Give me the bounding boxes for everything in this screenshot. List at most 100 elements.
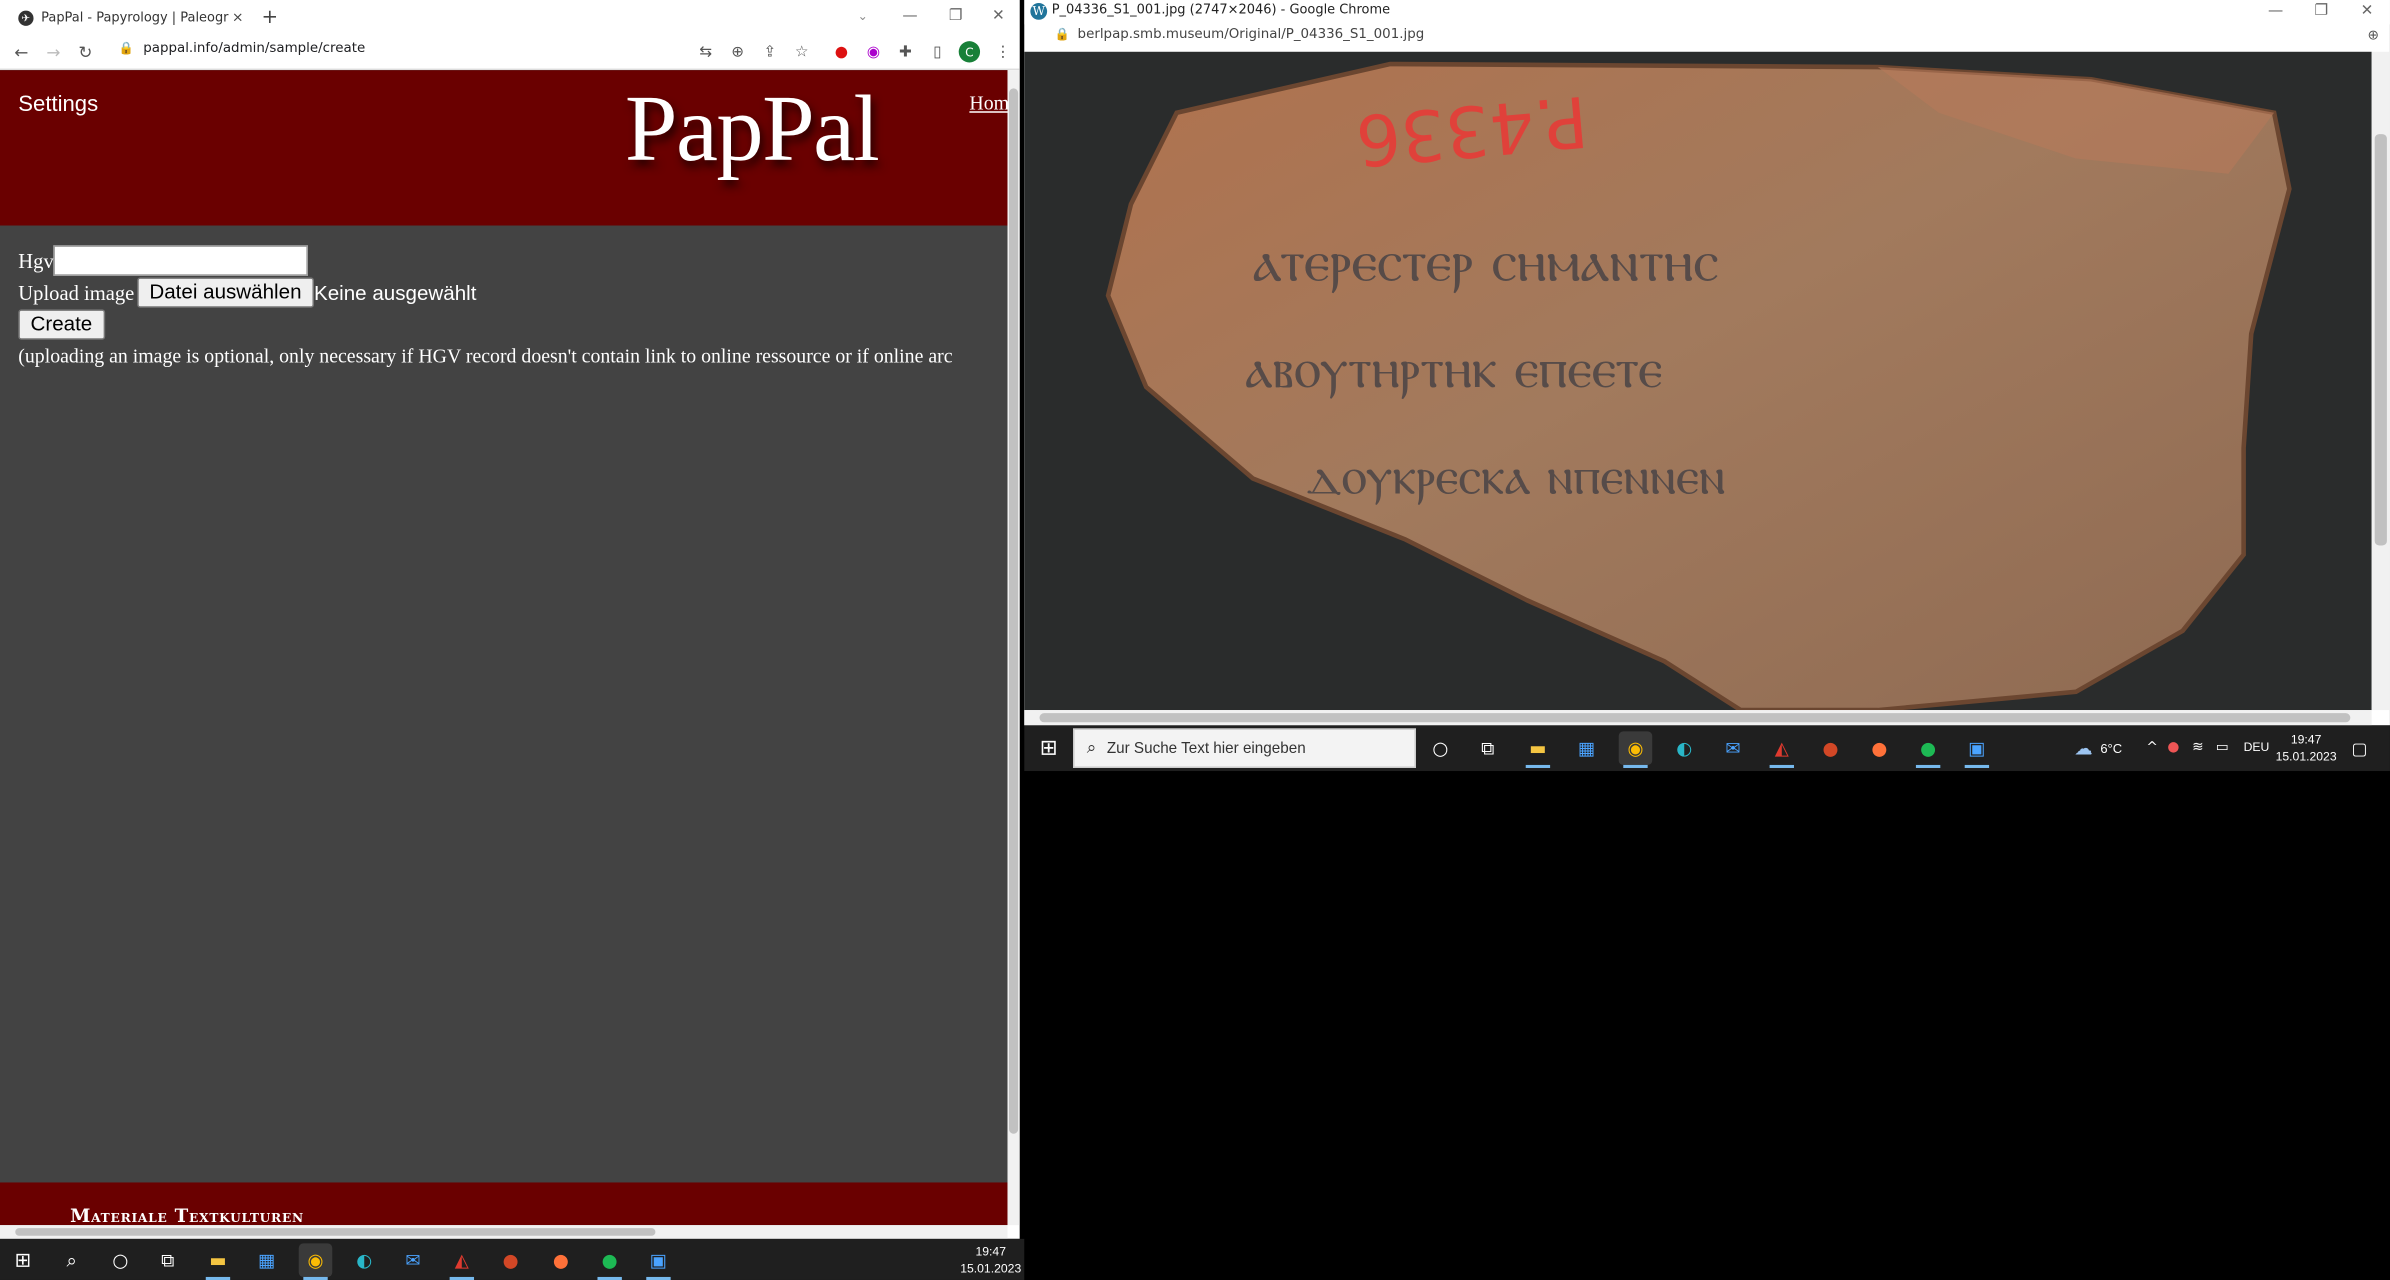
hgv-label: Hgv — [18, 249, 54, 273]
cortana-icon[interactable]: ○ — [1424, 731, 1458, 765]
taskbar-left: ⊞ ⌕ ○ ⧉ ▬ ▦ ◉ ◐ ✉ ◭ ● ● ● ▣ 19:47 15.01.2… — [0, 1238, 1025, 1280]
zoom-icon[interactable]: ⊕ — [2363, 26, 2384, 47]
ostracon-photo: P.4336 ⲁⲧⲉⲣⲉⲥⲧⲉⲣ ⲥⲏⲙⲁⲛⲧⲏⲥ ⲁⲃⲟⲩⲧⲏⲣⲧⲏⲕ ⲉⲡⲉ… — [1024, 51, 2372, 711]
reload-icon[interactable]: ↻ — [73, 40, 97, 64]
taskbar-search-box[interactable]: ⌕ Zur Suche Text hier eingeben — [1073, 728, 1416, 768]
tab-pappal[interactable]: ✈ PapPal - Papyrology | Paleograph × — [6, 3, 247, 33]
cortana-icon[interactable]: ○ — [104, 1243, 138, 1277]
vertical-scroll-thumb[interactable] — [1009, 88, 1019, 1134]
file-explorer-icon[interactable]: ▬ — [201, 1243, 235, 1280]
taskbar-right: ⊞ ⌕ Zur Suche Text hier eingeben ○ ⧉ ▬ ▦ … — [1024, 725, 2390, 772]
lock-icon: 🔒 — [118, 41, 135, 55]
file-explorer-icon[interactable]: ▬ — [1521, 731, 1555, 768]
pappal-page: Settings PapPal Hom Hgv Upload image Dat… — [0, 70, 1008, 1226]
home-link[interactable]: Hom — [969, 91, 1007, 115]
upload-image-label: Upload image — [18, 281, 135, 305]
search-placeholder: Zur Suche Text hier eingeben — [1106, 739, 1306, 757]
search-icon: ⌕ — [1086, 738, 1097, 757]
wordpress-favicon-icon: W — [1030, 3, 1048, 20]
footer-banner: Materiale Textkulturen — [0, 1182, 1008, 1226]
inscription-line-1: ⲁⲧⲉⲣⲉⲥⲧⲉⲣ ⲥⲏⲙⲁⲛⲧⲏⲥ — [1253, 226, 1719, 294]
horizontal-scroll-thumb[interactable] — [1039, 713, 2351, 723]
horizontal-scroll-thumb[interactable] — [15, 1228, 656, 1236]
clock-date: 15.01.2023 — [2275, 749, 2337, 764]
notification-icon[interactable]: ▢ — [2347, 736, 2371, 760]
task-view-icon[interactable]: ⧉ — [1471, 731, 1505, 765]
profile-avatar[interactable]: C — [958, 41, 981, 63]
address-text: berlpap.smb.museum/Original/P_04336_S1_0… — [1077, 27, 1425, 43]
search-icon[interactable]: ⌕ — [55, 1243, 89, 1277]
close-window-icon[interactable]: ✕ — [2344, 0, 2390, 21]
address-bar[interactable]: 🔒 berlpap.smb.museum/Original/P_04336_S1_… — [1055, 27, 1424, 42]
clock-time: 19:47 — [2290, 732, 2322, 747]
restore-icon[interactable]: ❐ — [933, 0, 979, 30]
new-tab-button[interactable]: + — [259, 5, 280, 29]
right-browser-window: W P_04336_S1_001.jpg (2747×2046) - Googl… — [1024, 0, 2390, 726]
taskbar-clock[interactable]: 19:47 15.01.2023 — [957, 1243, 1024, 1277]
left-browser-window: ✈ PapPal - Papyrology | Paleograph × + ⌄… — [0, 0, 1020, 1239]
file-status-text: Keine ausgewählt — [313, 281, 477, 305]
menu-dots-icon[interactable]: ⋮ — [992, 41, 1013, 62]
clock-time: 19:47 — [975, 1244, 1006, 1259]
tab-close-icon[interactable]: × — [229, 11, 247, 26]
chrome-icon[interactable]: ◉ — [1618, 731, 1653, 768]
store-icon[interactable]: ▦ — [250, 1243, 284, 1277]
firefox-icon[interactable]: ● — [544, 1243, 578, 1277]
spotify-icon[interactable]: ● — [593, 1243, 627, 1280]
weather-temp[interactable]: 6°C — [2100, 741, 2122, 756]
close-window-icon[interactable]: ✕ — [975, 0, 1019, 30]
ostracon-image[interactable]: P.4336 ⲁⲧⲉⲣⲉⲥⲧⲉⲣ ⲥⲏⲙⲁⲛⲧⲏⲥ ⲁⲃⲟⲩⲧⲏⲣⲧⲏⲕ ⲉⲡⲉ… — [1024, 51, 2372, 711]
mail-icon[interactable]: ✉ — [396, 1243, 430, 1277]
extension-purple-icon[interactable]: ◉ — [863, 41, 884, 62]
forward-icon[interactable]: → — [41, 40, 65, 64]
spotify-icon[interactable]: ● — [1911, 731, 1945, 768]
hgv-input[interactable] — [53, 245, 308, 276]
choose-file-button[interactable]: Datei auswählen — [137, 277, 314, 308]
firefox-icon[interactable]: ● — [1863, 731, 1897, 765]
share-icon[interactable]: ⇪ — [759, 41, 780, 62]
photos-icon[interactable]: ▣ — [642, 1243, 676, 1280]
weather-cloud-icon[interactable]: ☁ — [2070, 738, 2097, 759]
translate-icon[interactable]: ⇆ — [695, 41, 716, 62]
acrobat-icon[interactable]: ◭ — [1765, 731, 1799, 768]
upload-note: (uploading an image is optional, only ne… — [18, 344, 953, 368]
extensions-puzzle-icon[interactable]: ✚ — [895, 41, 916, 62]
vertical-scroll-thumb[interactable] — [2374, 134, 2387, 546]
acrobat-icon[interactable]: ◭ — [445, 1243, 479, 1280]
windows-start-icon[interactable]: ⊞ — [1032, 731, 1066, 765]
window-title: P_04336_S1_001.jpg (2747×2046) - Google … — [1051, 3, 1391, 19]
taskbar-clock[interactable]: 19:47 15.01.2023 — [2274, 731, 2338, 765]
lock-icon: 🔒 — [1054, 27, 1070, 42]
side-panel-icon[interactable]: ▯ — [927, 41, 948, 62]
bookmark-star-icon[interactable]: ☆ — [791, 41, 812, 62]
store-icon[interactable]: ▦ — [1570, 731, 1604, 765]
mail-icon[interactable]: ✉ — [1716, 731, 1750, 765]
photos-icon[interactable]: ▣ — [1960, 731, 1994, 768]
battery-icon[interactable]: ▭ — [2213, 738, 2231, 759]
pappal-logo: PapPal — [624, 77, 880, 182]
task-view-icon[interactable]: ⧉ — [151, 1243, 185, 1277]
create-button[interactable]: Create — [18, 309, 105, 340]
address-bar[interactable]: 🔒 pappal.info/admin/sample/create — [119, 41, 365, 56]
edge-icon[interactable]: ◐ — [1667, 731, 1701, 765]
tray-app-icon[interactable]: ● — [2164, 738, 2182, 759]
extension-red-icon[interactable]: ● — [831, 41, 852, 62]
zoom-icon[interactable]: ⊕ — [727, 41, 748, 62]
minimize-icon[interactable]: — — [887, 0, 933, 30]
powerpoint-icon[interactable]: ● — [494, 1243, 528, 1277]
language-indicator[interactable]: DEU — [2244, 741, 2270, 755]
tray-chevron-icon[interactable]: ^ — [2143, 738, 2161, 759]
powerpoint-icon[interactable]: ● — [1814, 731, 1848, 765]
minimize-icon[interactable]: — — [2253, 0, 2299, 21]
edge-icon[interactable]: ◐ — [348, 1243, 382, 1277]
inscription-line-2: ⲁⲃⲟⲩⲧⲏⲣⲧⲏⲕ ⲉⲡⲉⲉⲧⲉ — [1245, 336, 1662, 400]
back-icon[interactable]: ← — [9, 40, 33, 64]
settings-link[interactable]: Settings — [18, 93, 98, 117]
windows-start-icon[interactable]: ⊞ — [6, 1243, 40, 1277]
pappal-favicon-icon: ✈ — [18, 10, 34, 26]
tab-search-icon[interactable]: ⌄ — [854, 3, 872, 27]
restore-icon[interactable]: ❐ — [2298, 0, 2344, 21]
clock-date: 15.01.2023 — [960, 1261, 1022, 1276]
chrome-icon[interactable]: ◉ — [298, 1243, 333, 1280]
network-icon[interactable]: ≋ — [2189, 738, 2207, 759]
